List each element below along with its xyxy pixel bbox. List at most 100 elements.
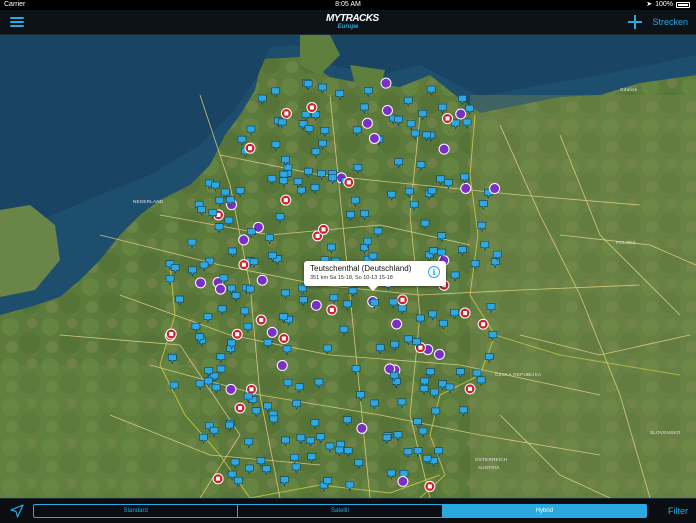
race-flag-marker[interactable] [278,332,290,344]
track-marker[interactable] [477,221,487,233]
track-marker[interactable] [393,431,403,442]
track-marker[interactable] [263,402,272,413]
track-marker[interactable] [243,322,253,334]
track-marker[interactable] [263,338,273,350]
track-marker[interactable] [394,158,404,169]
event-marker[interactable] [455,108,467,120]
track-marker[interactable] [420,219,430,231]
track-marker[interactable] [363,87,373,98]
event-marker[interactable] [238,234,250,246]
event-marker[interactable] [438,143,450,155]
track-marker[interactable] [294,383,304,394]
track-marker[interactable] [277,118,287,129]
filter-button[interactable]: Filter [668,504,688,518]
track-marker[interactable] [444,179,453,190]
track-marker[interactable] [290,453,299,465]
event-marker[interactable] [433,348,445,360]
track-marker[interactable] [345,481,355,492]
race-flag-marker[interactable] [234,402,246,414]
race-flag-marker[interactable] [442,113,454,125]
track-marker[interactable] [404,187,414,199]
track-marker[interactable] [459,406,468,417]
event-marker[interactable] [489,183,501,195]
track-marker[interactable] [434,447,443,458]
event-marker[interactable] [381,104,393,116]
track-marker[interactable] [199,433,208,445]
add-icon[interactable] [628,15,642,29]
menu-icon[interactable] [10,15,24,29]
track-marker[interactable] [450,309,459,320]
track-marker[interactable] [170,264,180,275]
track-marker[interactable] [458,95,467,106]
track-marker[interactable] [246,125,256,136]
race-flag-marker[interactable] [396,294,408,306]
track-marker[interactable] [439,319,448,331]
track-marker[interactable] [418,427,428,438]
track-marker[interactable] [267,175,277,186]
track-marker[interactable] [390,340,400,352]
race-flag-marker[interactable] [165,328,177,340]
track-marker[interactable] [245,285,255,296]
track-marker[interactable] [304,167,313,179]
track-marker[interactable] [328,174,338,185]
track-marker[interactable] [191,322,201,334]
track-marker[interactable] [187,238,197,249]
track-marker[interactable] [282,345,292,356]
event-marker[interactable] [310,299,322,311]
track-marker[interactable] [225,421,234,433]
track-marker[interactable] [397,304,407,316]
track-marker[interactable] [224,216,234,228]
race-flag-marker[interactable] [326,304,338,316]
strecken-button[interactable]: Strecken [652,15,688,29]
track-marker[interactable] [409,200,419,212]
track-marker[interactable] [209,426,219,438]
track-marker[interactable] [422,131,431,142]
track-marker[interactable] [339,325,349,337]
track-marker[interactable] [175,295,184,307]
track-marker[interactable] [387,190,397,202]
race-flag-marker[interactable] [231,328,243,340]
track-marker[interactable] [410,129,420,140]
track-marker[interactable] [460,173,470,184]
event-marker[interactable] [256,274,268,286]
race-flag-marker[interactable] [255,314,267,326]
track-marker[interactable] [375,344,385,355]
map-type-segmented-control[interactable]: Standard Satellit Hybrid [33,504,647,518]
track-marker[interactable] [280,476,289,487]
track-marker[interactable] [216,353,226,364]
track-marker[interactable] [188,266,197,277]
event-marker[interactable] [214,283,226,295]
track-marker[interactable] [316,433,325,444]
track-marker[interactable] [418,109,428,121]
race-flag-marker[interactable] [306,102,318,114]
track-marker[interactable] [351,365,361,376]
track-marker[interactable] [476,376,486,387]
track-marker[interactable] [230,458,240,469]
track-marker[interactable] [245,464,254,475]
track-marker[interactable] [265,234,274,245]
track-marker[interactable] [419,385,429,396]
track-marker[interactable] [343,447,353,458]
event-marker[interactable] [266,326,278,338]
event-marker[interactable] [361,117,373,129]
track-marker[interactable] [404,335,413,346]
track-marker[interactable] [350,196,360,208]
track-marker[interactable] [416,161,426,172]
track-marker[interactable] [262,465,271,476]
track-marker[interactable] [281,289,290,300]
track-marker[interactable] [335,90,345,101]
track-marker[interactable] [275,213,285,224]
track-marker[interactable] [203,313,213,324]
location-arrow-icon[interactable] [10,504,24,518]
track-marker[interactable] [256,457,266,468]
track-marker[interactable] [204,377,213,388]
event-marker[interactable] [195,277,207,289]
track-marker[interactable] [311,148,321,159]
track-callout[interactable]: Teutschenthal (Deutschland) 351 km Sa 15… [304,261,446,291]
track-marker[interactable] [348,287,358,298]
track-marker[interactable] [304,125,314,136]
track-marker[interactable] [303,80,313,91]
track-marker[interactable] [269,415,279,426]
track-marker[interactable] [413,447,423,458]
track-marker[interactable] [356,391,365,402]
